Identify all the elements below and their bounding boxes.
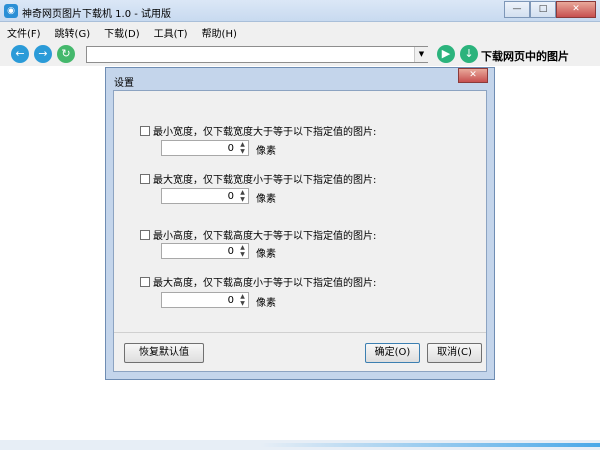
dialog-separator: [114, 332, 486, 333]
min-height-checkbox[interactable]: [140, 229, 150, 240]
status-accent: [260, 443, 600, 447]
spin-arrows-icon[interactable]: ▲ ▼: [237, 141, 248, 155]
url-input[interactable]: [86, 46, 428, 63]
max-width-option[interactable]: 最大宽度，仅下载宽度小于等于以下指定值的图片:: [140, 171, 376, 186]
max-height-checkbox[interactable]: [140, 276, 150, 287]
max-height-label: 最大高度，仅下载高度小于等于以下指定值的图片:: [153, 278, 377, 289]
menu-goto[interactable]: 跳转(G): [48, 25, 98, 40]
maximize-button[interactable]: □: [530, 1, 556, 18]
min-height-stepper[interactable]: 0 ▲ ▼: [161, 243, 249, 259]
menu-tools[interactable]: 工具(T): [147, 25, 195, 40]
settings-dialog: 设置 ✕ 最小宽度，仅下载宽度大于等于以下指定值的图片: 0 ▲ ▼ 像素 最大宽…: [105, 67, 495, 380]
window-title: 神奇网页图片下载机 1.0 - 试用版: [22, 9, 172, 20]
menu-file[interactable]: 文件(F): [0, 25, 48, 40]
min-height-unit: 像素: [256, 249, 276, 260]
min-width-option[interactable]: 最小宽度，仅下载宽度大于等于以下指定值的图片:: [140, 123, 376, 138]
close-button[interactable]: ✕: [556, 1, 596, 18]
max-height-value: 0: [227, 295, 234, 306]
app-icon: ◉: [4, 4, 18, 18]
max-width-label: 最大宽度，仅下载宽度小于等于以下指定值的图片:: [153, 175, 377, 186]
max-height-option[interactable]: 最大高度，仅下载高度小于等于以下指定值的图片:: [140, 274, 376, 289]
dialog-title: 设置: [114, 78, 134, 89]
max-width-unit: 像素: [256, 194, 276, 205]
min-width-label: 最小宽度，仅下载宽度大于等于以下指定值的图片:: [153, 127, 377, 138]
menu-download[interactable]: 下载(D): [97, 25, 147, 40]
min-width-unit: 像素: [256, 146, 276, 157]
spin-arrows-icon[interactable]: ▲ ▼: [237, 189, 248, 203]
max-width-stepper[interactable]: 0 ▲ ▼: [161, 188, 249, 204]
max-height-unit: 像素: [256, 298, 276, 309]
download-icon[interactable]: ↓: [460, 45, 478, 63]
go-play-icon[interactable]: ▶: [437, 45, 455, 63]
forward-arrow-icon[interactable]: →: [34, 45, 52, 63]
ok-button[interactable]: 确定(O): [365, 343, 420, 363]
download-images-button[interactable]: 下载网页中的图片: [481, 48, 569, 64]
min-width-checkbox[interactable]: [140, 125, 150, 136]
max-width-checkbox[interactable]: [140, 173, 150, 184]
back-arrow-icon[interactable]: ←: [11, 45, 29, 63]
min-width-stepper[interactable]: 0 ▲ ▼: [161, 140, 249, 156]
toolbar: ← → ↻ ▼ ▶ ↓ 下载网页中的图片: [0, 42, 600, 67]
min-height-label: 最小高度，仅下载高度大于等于以下指定值的图片:: [153, 231, 377, 242]
spin-arrows-icon[interactable]: ▲ ▼: [237, 244, 248, 258]
max-height-stepper[interactable]: 0 ▲ ▼: [161, 292, 249, 308]
menu-bar: 文件(F) 跳转(G) 下载(D) 工具(T) 帮助(H): [0, 22, 600, 42]
restore-defaults-button[interactable]: 恢复默认值: [124, 343, 204, 363]
menu-help[interactable]: 帮助(H): [195, 25, 244, 40]
cancel-button[interactable]: 取消(C): [427, 343, 482, 363]
min-height-value: 0: [227, 246, 234, 257]
max-width-value: 0: [227, 191, 234, 202]
dialog-close-button[interactable]: ✕: [458, 68, 488, 83]
refresh-icon[interactable]: ↻: [57, 45, 75, 63]
dialog-body: 最小宽度，仅下载宽度大于等于以下指定值的图片: 0 ▲ ▼ 像素 最大宽度，仅下载…: [113, 90, 487, 372]
min-height-option[interactable]: 最小高度，仅下载高度大于等于以下指定值的图片:: [140, 227, 376, 242]
minimize-button[interactable]: —: [504, 1, 530, 18]
window-controls: — □ ✕: [504, 1, 596, 18]
title-bar: ◉ 神奇网页图片下载机 1.0 - 试用版 — □ ✕: [0, 0, 600, 22]
chevron-down-icon[interactable]: ▼: [414, 47, 428, 62]
spin-arrows-icon[interactable]: ▲ ▼: [237, 293, 248, 307]
min-width-value: 0: [227, 143, 234, 154]
